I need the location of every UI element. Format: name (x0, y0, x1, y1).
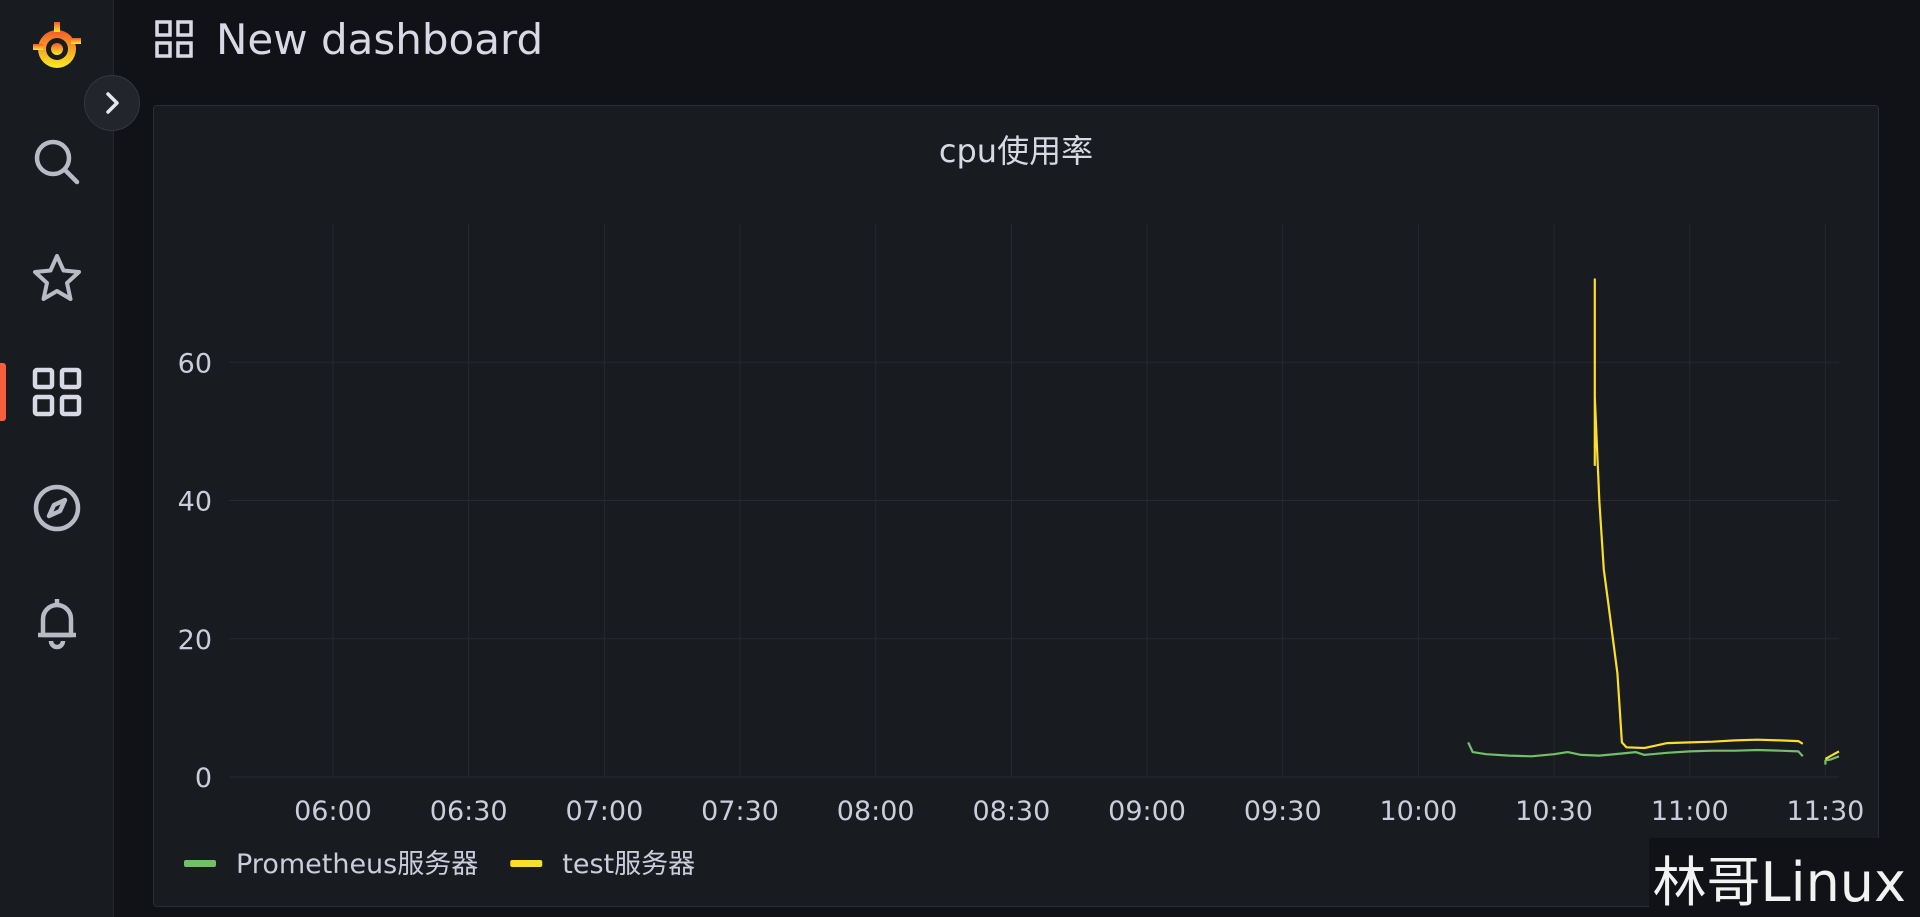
sidebar-nav (0, 0, 114, 917)
explore-compass-icon[interactable] (0, 463, 113, 553)
search-icon[interactable] (0, 117, 113, 207)
x-tick-label: 09:00 (1108, 796, 1186, 827)
alerting-bell-icon[interactable] (0, 578, 113, 668)
time-series-panel[interactable]: cpu使用率 06:00 06:30 07:00 07:30 08:00 08:30 09:… (153, 105, 1879, 907)
x-tick-label: 10:00 (1380, 796, 1458, 827)
x-tick-label: 07:30 (701, 796, 779, 827)
legend-label: test服务器 (562, 849, 695, 880)
legend-swatch (184, 860, 216, 867)
dashboard-title[interactable]: New dashboard (216, 15, 543, 64)
y-tick-label: 40 (178, 487, 212, 518)
legend-swatch (510, 860, 543, 867)
dashboard-grid-icon (155, 20, 193, 58)
x-tick-label: 06:30 (430, 796, 508, 827)
x-tick-label: 07:00 (565, 796, 643, 827)
legend-label: Prometheus服务器 (236, 849, 478, 880)
x-tick-label: 08:30 (972, 796, 1050, 827)
x-tick-label: 06:00 (294, 796, 372, 827)
star-icon[interactable] (0, 233, 113, 323)
x-tick-label: 08:00 (837, 796, 915, 827)
x-tick-label: 11:00 (1651, 796, 1729, 827)
x-tick-label: 09:30 (1244, 796, 1322, 827)
page-title: New dashboard (154, 12, 543, 66)
y-tick-label: 0 (195, 763, 212, 794)
sidebar-expand-button[interactable] (84, 75, 140, 131)
watermark: 林哥Linux (1648, 838, 1910, 917)
chevron-right-icon (106, 92, 119, 114)
y-tick-label: 60 (178, 348, 212, 379)
x-tick-label: 11:30 (1787, 796, 1865, 827)
series-line (1593, 278, 1840, 760)
y-tick-label: 20 (178, 625, 212, 656)
dashboards-icon[interactable] (0, 347, 113, 437)
cpu-chart: 06:00 06:30 07:00 07:30 08:00 08:30 09:00 09:30… (178, 224, 1865, 880)
x-tick-label: 10:30 (1515, 796, 1593, 827)
